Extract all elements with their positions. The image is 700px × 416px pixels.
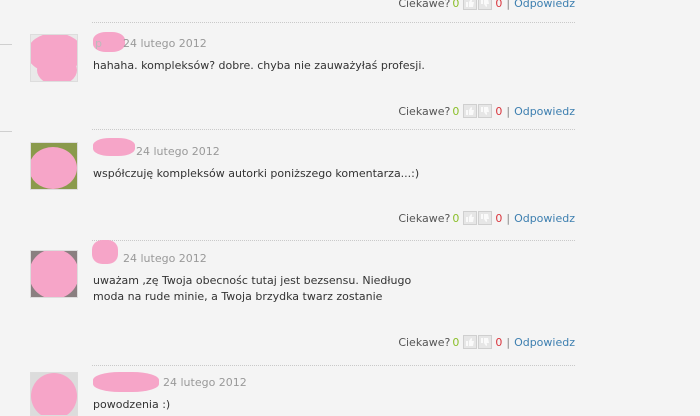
- downvote-count: 0: [495, 335, 503, 349]
- comment-date: 24 lutego 2012: [123, 37, 207, 50]
- interesting-label: Ciekawe?: [398, 0, 451, 10]
- comment-author[interactable]: p: [95, 37, 102, 50]
- comment-text: hahaha. kompleksów? dobre. chyba nie zau…: [93, 59, 425, 72]
- thumbs-down-button[interactable]: [478, 0, 493, 10]
- thumbs-down-button[interactable]: [478, 335, 493, 349]
- thumbs-down-icon: [481, 214, 490, 222]
- comment-text: współczuję kompleksów autorki poniższego…: [93, 167, 420, 180]
- upvote-count: 0: [452, 0, 460, 10]
- thumbs-up-icon: [466, 338, 475, 346]
- upvote-count: 0: [452, 104, 460, 118]
- divider: [92, 240, 575, 241]
- divider: [0, 131, 12, 132]
- thumbs-down-icon: [481, 107, 490, 115]
- comment-actions: Ciekawe? 0 0 | Odpowiedz: [380, 334, 575, 350]
- redaction-blob: [92, 240, 118, 264]
- interesting-label: Ciekawe?: [398, 104, 451, 118]
- redaction-blob: [37, 55, 77, 81]
- redaction-blob: [93, 372, 159, 392]
- comment-text: powodzenia :): [93, 398, 171, 411]
- separator: |: [506, 211, 511, 225]
- divider: [92, 22, 575, 23]
- divider: [92, 129, 575, 130]
- reply-link[interactable]: Odpowiedz: [514, 336, 575, 349]
- thumbs-down-icon: [481, 0, 490, 7]
- separator: |: [506, 335, 511, 349]
- thumbs-down-button[interactable]: [478, 211, 493, 225]
- thumbs-down-button[interactable]: [478, 104, 493, 118]
- comment-date: 24 lutego 2012: [136, 145, 220, 158]
- divider: [0, 44, 12, 45]
- interesting-label: Ciekawe?: [398, 335, 451, 349]
- avatar[interactable]: [30, 250, 78, 298]
- comment-actions: Ciekawe? 0 0 | Odpowiedz: [380, 0, 575, 11]
- separator: |: [506, 104, 511, 118]
- thumbs-up-icon: [466, 107, 475, 115]
- upvote-count: 0: [452, 335, 460, 349]
- redaction-blob: [31, 251, 77, 297]
- reply-link[interactable]: Odpowiedz: [514, 105, 575, 118]
- redaction-blob: [93, 138, 135, 156]
- comment-date: 24 lutego 2012: [123, 252, 207, 265]
- avatar[interactable]: [30, 372, 78, 416]
- downvote-count: 0: [495, 104, 503, 118]
- reply-link[interactable]: Odpowiedz: [514, 212, 575, 225]
- thumbs-down-icon: [481, 338, 490, 346]
- redaction-blob: [31, 373, 77, 415]
- comment-actions: Ciekawe? 0 0 | Odpowiedz: [380, 210, 575, 226]
- downvote-count: 0: [495, 0, 503, 10]
- upvote-count: 0: [452, 211, 460, 225]
- thumbs-up-button[interactable]: [463, 335, 478, 349]
- thumbs-up-button[interactable]: [463, 104, 478, 118]
- thumbs-up-icon: [466, 0, 475, 7]
- downvote-count: 0: [495, 211, 503, 225]
- divider: [92, 365, 575, 366]
- redaction-blob: [31, 147, 77, 189]
- thumbs-up-icon: [466, 214, 475, 222]
- comment-date: 24 lutego 2012: [163, 376, 247, 389]
- avatar[interactable]: [30, 142, 78, 190]
- reply-link[interactable]: Odpowiedz: [514, 0, 575, 10]
- thumbs-up-button[interactable]: [463, 0, 478, 10]
- comment-actions: Ciekawe? 0 0 | Odpowiedz: [380, 103, 575, 119]
- thumbs-up-button[interactable]: [463, 211, 478, 225]
- avatar[interactable]: [30, 34, 78, 82]
- comment-text: uważam ,zę Twoja obecnośc tutaj jest bez…: [93, 274, 412, 303]
- interesting-label: Ciekawe?: [398, 211, 451, 225]
- separator: |: [506, 0, 511, 10]
